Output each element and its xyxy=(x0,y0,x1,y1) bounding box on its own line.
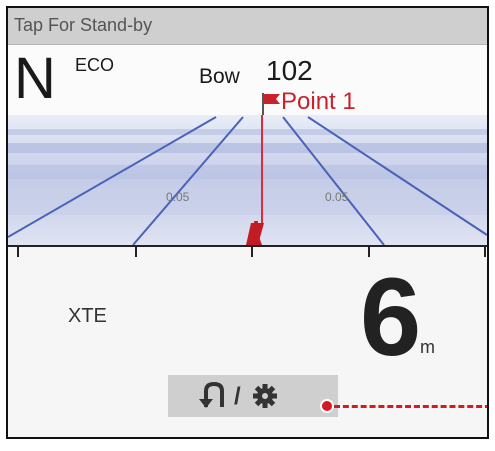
uturn-settings-icons: / xyxy=(199,381,277,410)
standby-prompt: Tap For Stand-by xyxy=(14,15,153,35)
scale-label-left: 0.05 xyxy=(166,190,190,204)
xte-label: XTE xyxy=(68,305,107,327)
steering-mode-sub: ECO xyxy=(75,55,115,75)
flag-icon xyxy=(262,93,280,117)
nav-header: N ECO Bow 102 Point 1 xyxy=(8,45,487,117)
u-turn-icon xyxy=(199,381,224,408)
callout-dot xyxy=(320,399,334,413)
steering-mode-letter: N xyxy=(14,46,56,111)
gear-icon xyxy=(253,384,277,408)
callout-line xyxy=(334,405,487,408)
heading-label: Bow xyxy=(199,65,240,88)
xte-value: 6 xyxy=(360,256,422,379)
highway-display: 0.05 0.05 xyxy=(8,115,487,245)
heading-value: 102 xyxy=(266,55,313,86)
autopilot-screen: Tap For Stand-by N ECO Bow 102 Point 1 0… xyxy=(6,6,489,439)
highway-band xyxy=(8,129,487,135)
waypoint-name: Point 1 xyxy=(281,88,356,115)
xte-panel: XTE 6 m / xyxy=(8,245,487,437)
highway-band xyxy=(8,165,487,179)
standby-bar[interactable]: Tap For Stand-by xyxy=(8,8,487,45)
icon-separator: / xyxy=(234,383,241,410)
uturn-settings-button[interactable]: / xyxy=(168,375,338,417)
xte-unit: m xyxy=(420,337,435,357)
scale-label-right: 0.05 xyxy=(325,190,349,204)
highway-band xyxy=(8,143,487,153)
